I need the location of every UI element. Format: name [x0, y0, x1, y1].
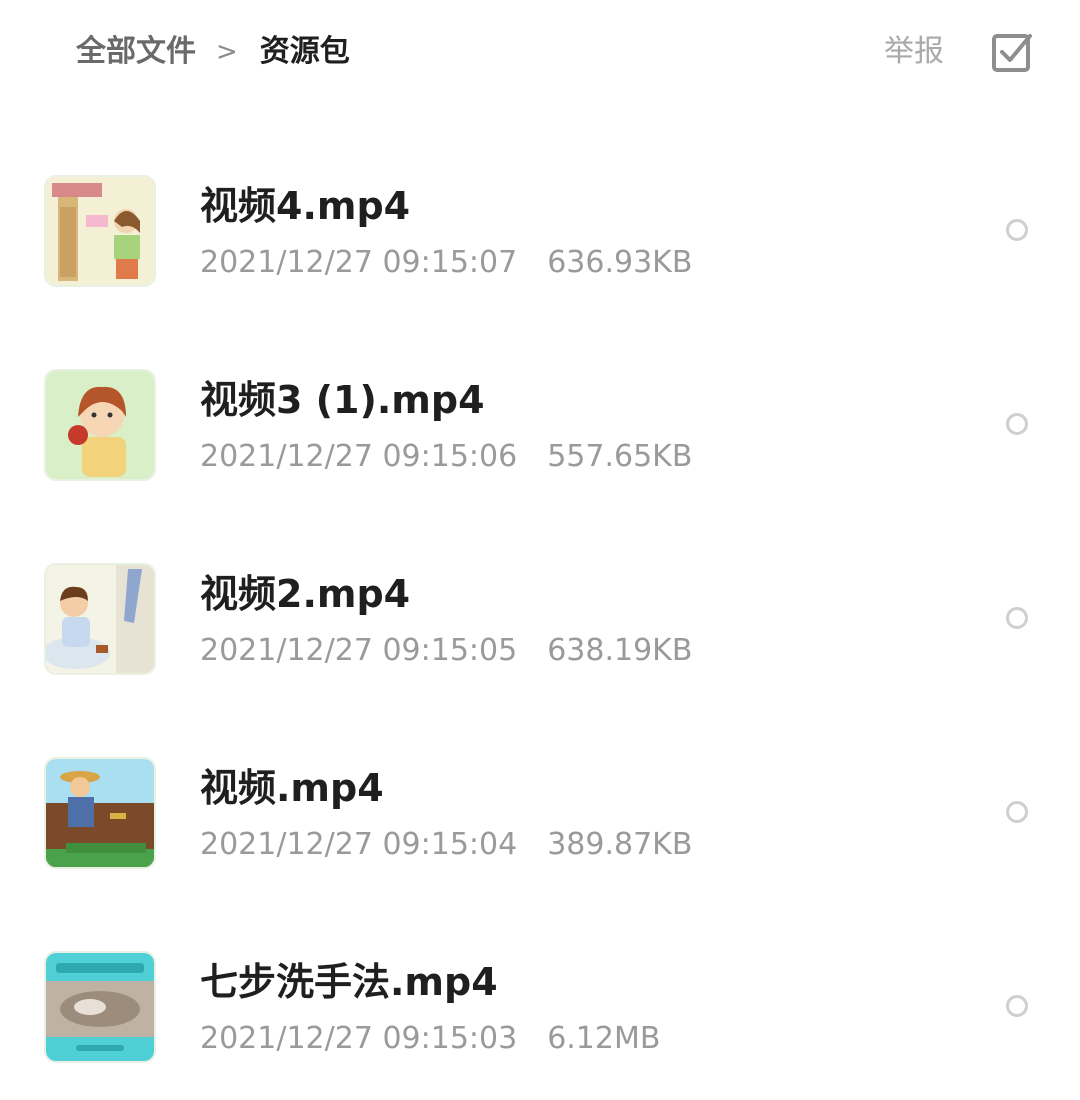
file-name: 视频.mp4	[200, 766, 384, 810]
select-radio[interactable]	[1006, 995, 1028, 1017]
file-date: 2021/12/27 09:15:05	[200, 633, 518, 668]
file-name: 视频3 (1).mp4	[200, 378, 485, 422]
video-thumbnail	[46, 953, 154, 1061]
breadcrumb-separator: >	[216, 37, 238, 67]
file-name: 七步洗手法.mp4	[200, 960, 498, 1004]
video-thumbnail	[46, 759, 154, 867]
file-date: 2021/12/27 09:15:03	[200, 1021, 518, 1056]
file-row[interactable]: 视频4.mp4 2021/12/27 09:15:07 636.93KB	[0, 130, 1080, 324]
file-row[interactable]: 七步洗手法.mp4 2021/12/27 09:15:03 6.12MB	[0, 906, 1080, 1100]
checkbox-icon[interactable]	[990, 30, 1034, 74]
header-bar: 全部文件 > 资源包 举报	[0, 0, 1080, 110]
breadcrumb-root-link[interactable]: 全部文件	[76, 30, 196, 74]
file-meta: 2021/12/27 09:15:03 6.12MB	[200, 1019, 660, 1059]
breadcrumb-current: 资源包	[259, 34, 350, 69]
file-size: 389.87KB	[547, 827, 693, 862]
video-thumbnail	[46, 177, 154, 285]
file-row[interactable]: 视频3 (1).mp4 2021/12/27 09:15:06 557.65KB	[0, 324, 1080, 518]
file-size: 638.19KB	[547, 633, 693, 668]
select-radio[interactable]	[1006, 801, 1028, 823]
file-meta: 2021/12/27 09:15:07 636.93KB	[200, 243, 692, 283]
file-meta: 2021/12/27 09:15:05 638.19KB	[200, 631, 692, 671]
video-thumbnail	[46, 371, 154, 479]
file-meta: 2021/12/27 09:15:04 389.87KB	[200, 825, 692, 865]
file-list: 视频4.mp4 2021/12/27 09:15:07 636.93KB 视频3 …	[0, 130, 1080, 1100]
report-button[interactable]: 举报	[884, 30, 944, 74]
file-date: 2021/12/27 09:15:07	[200, 245, 518, 280]
select-radio[interactable]	[1006, 607, 1028, 629]
select-radio[interactable]	[1006, 413, 1028, 435]
select-radio[interactable]	[1006, 219, 1028, 241]
file-name: 视频4.mp4	[200, 184, 411, 228]
video-thumbnail	[46, 565, 154, 673]
file-date: 2021/12/27 09:15:06	[200, 439, 518, 474]
file-size: 6.12MB	[547, 1021, 661, 1056]
file-size: 636.93KB	[547, 245, 693, 280]
file-size: 557.65KB	[547, 439, 693, 474]
file-meta: 2021/12/27 09:15:06 557.65KB	[200, 437, 692, 477]
file-name: 视频2.mp4	[200, 572, 411, 616]
breadcrumb: 全部文件 > 资源包	[76, 30, 350, 74]
file-row[interactable]: 视频.mp4 2021/12/27 09:15:04 389.87KB	[0, 712, 1080, 906]
file-row[interactable]: 视频2.mp4 2021/12/27 09:15:05 638.19KB	[0, 518, 1080, 712]
file-date: 2021/12/27 09:15:04	[200, 827, 518, 862]
